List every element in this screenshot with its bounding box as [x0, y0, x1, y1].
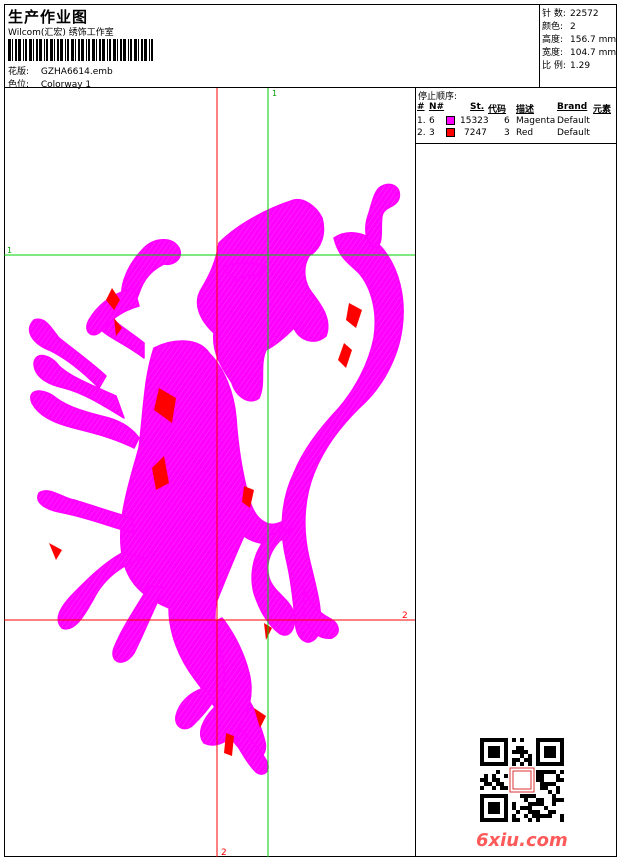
guide-label-top: 1 — [272, 89, 277, 98]
stop-sequence-title: 停止顺序: — [418, 92, 458, 102]
page-title: 生产作业图 — [8, 8, 89, 26]
barcode — [8, 39, 153, 61]
qr-code — [480, 738, 564, 822]
col-header-needle: N# — [429, 102, 445, 112]
col-header-stitches: St. — [470, 102, 485, 112]
row-description: Red — [516, 128, 534, 138]
col-header-index: # — [417, 102, 425, 112]
row-needle: 6 — [429, 116, 435, 126]
design-height: 高度: 156.7 mm — [542, 32, 616, 45]
row-code: 3 — [504, 128, 510, 138]
color-swatch — [446, 128, 455, 137]
width-value: 104.7 mm — [570, 48, 617, 58]
company-name: Wilcom(汇宏) 绣饰工作室 — [8, 28, 114, 38]
stitch-count: 针 数: 22572 — [542, 6, 599, 19]
design-preview[interactable]: 1 1 2 2 — [4, 88, 416, 857]
row-brand: Default — [557, 128, 590, 138]
scale-value: 1.29 — [570, 61, 591, 71]
color-count: 颜色: 2 — [542, 19, 576, 32]
col-header-code: 代码 — [488, 105, 507, 115]
design-file-value: GZHA6614.emb — [40, 67, 113, 77]
design-file-row: 花版: GZHA6614.emb — [8, 64, 113, 77]
col-header-brand: Brand — [557, 102, 588, 112]
guide-label-right: 2 — [402, 611, 408, 621]
header-panel: 生产作业图 Wilcom(汇宏) 绣饰工作室 花版: GZHA6614.emb … — [4, 4, 540, 90]
row-index: 1. — [417, 116, 426, 126]
row-stitches: 15323 — [460, 116, 489, 126]
row-code: 6 — [504, 116, 510, 126]
watermark: 6xiu.com — [476, 830, 568, 851]
stop-sequence-panel: 停止顺序: # N# St. 代码 描述 Brand 元素 1. 6 15323… — [416, 88, 617, 144]
row-stitches: 7247 — [464, 128, 487, 138]
scale-label: 比 例: — [542, 61, 566, 71]
design-width: 宽度: 104.7 mm — [542, 45, 616, 58]
row-brand: Default — [557, 116, 590, 126]
height-value: 156.7 mm — [570, 35, 617, 45]
stats-panel: 针 数: 22572 颜色: 2 高度: 156.7 mm 宽度: 104.7 mm 比… — [540, 4, 617, 88]
color-count-value: 2 — [570, 22, 576, 32]
height-label: 高度: — [542, 35, 564, 45]
table-row[interactable]: 1. 6 15323 6 Magenta Default — [416, 116, 617, 128]
design-file-label: 花版: — [8, 67, 30, 77]
design-scale: 比 例: 1.29 — [542, 58, 590, 71]
table-row[interactable]: 2. 3 7247 3 Red Default — [416, 128, 617, 140]
color-swatch — [446, 116, 455, 125]
stitch-count-value: 22572 — [570, 9, 599, 19]
lion-embroidery-artwork: 1 1 2 2 — [4, 88, 415, 857]
row-index: 2. — [417, 128, 426, 138]
row-needle: 3 — [429, 128, 435, 138]
width-label: 宽度: — [542, 48, 564, 58]
guide-label-bottom: 2 — [221, 848, 227, 857]
stitch-count-label: 针 数: — [542, 9, 566, 19]
col-header-element: 元素 — [593, 105, 612, 115]
col-header-description: 描述 — [516, 105, 535, 115]
color-count-label: 颜色: — [542, 22, 564, 32]
row-description: Magenta — [516, 116, 556, 126]
guide-label-left: 1 — [7, 246, 12, 255]
